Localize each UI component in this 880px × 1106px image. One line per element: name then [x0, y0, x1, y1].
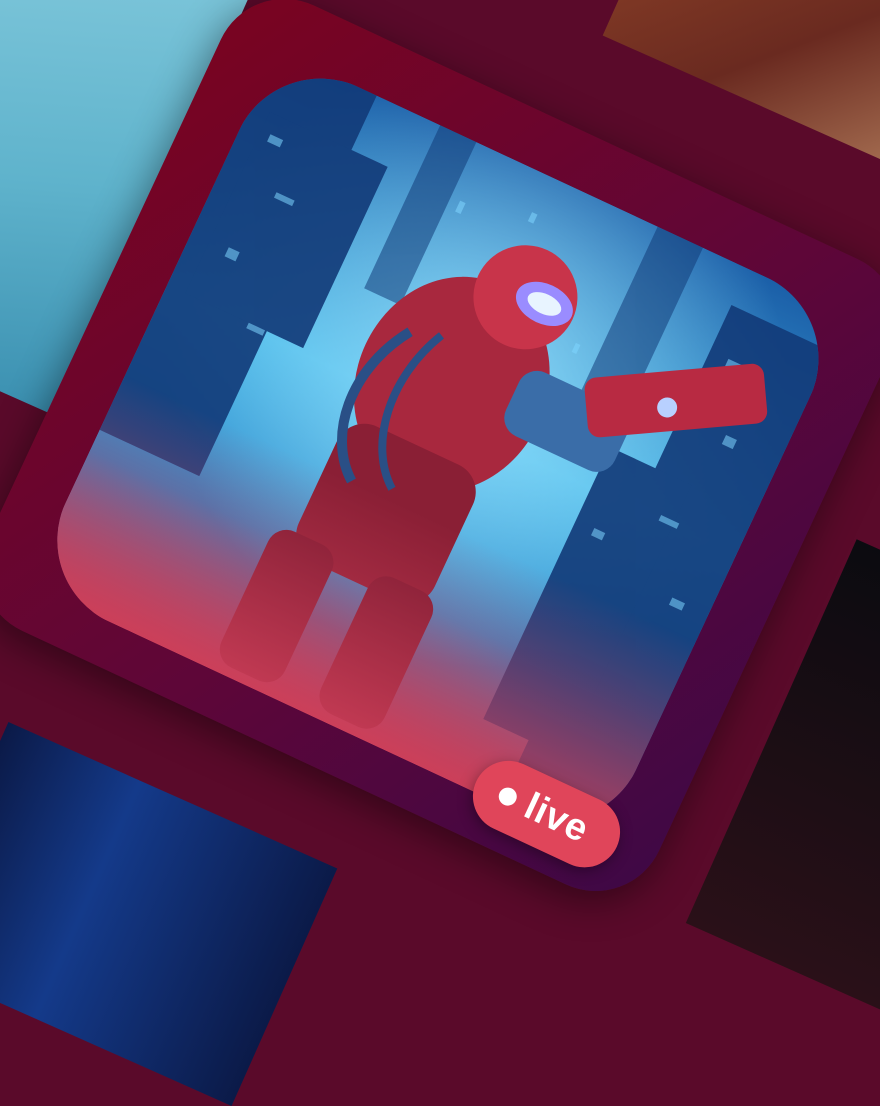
live-badge-label: live: [517, 785, 596, 852]
live-dot-icon: [495, 784, 520, 808]
background-thumbnail-portrait: [602, 0, 880, 182]
background-thumbnail-stage: [0, 722, 338, 1106]
